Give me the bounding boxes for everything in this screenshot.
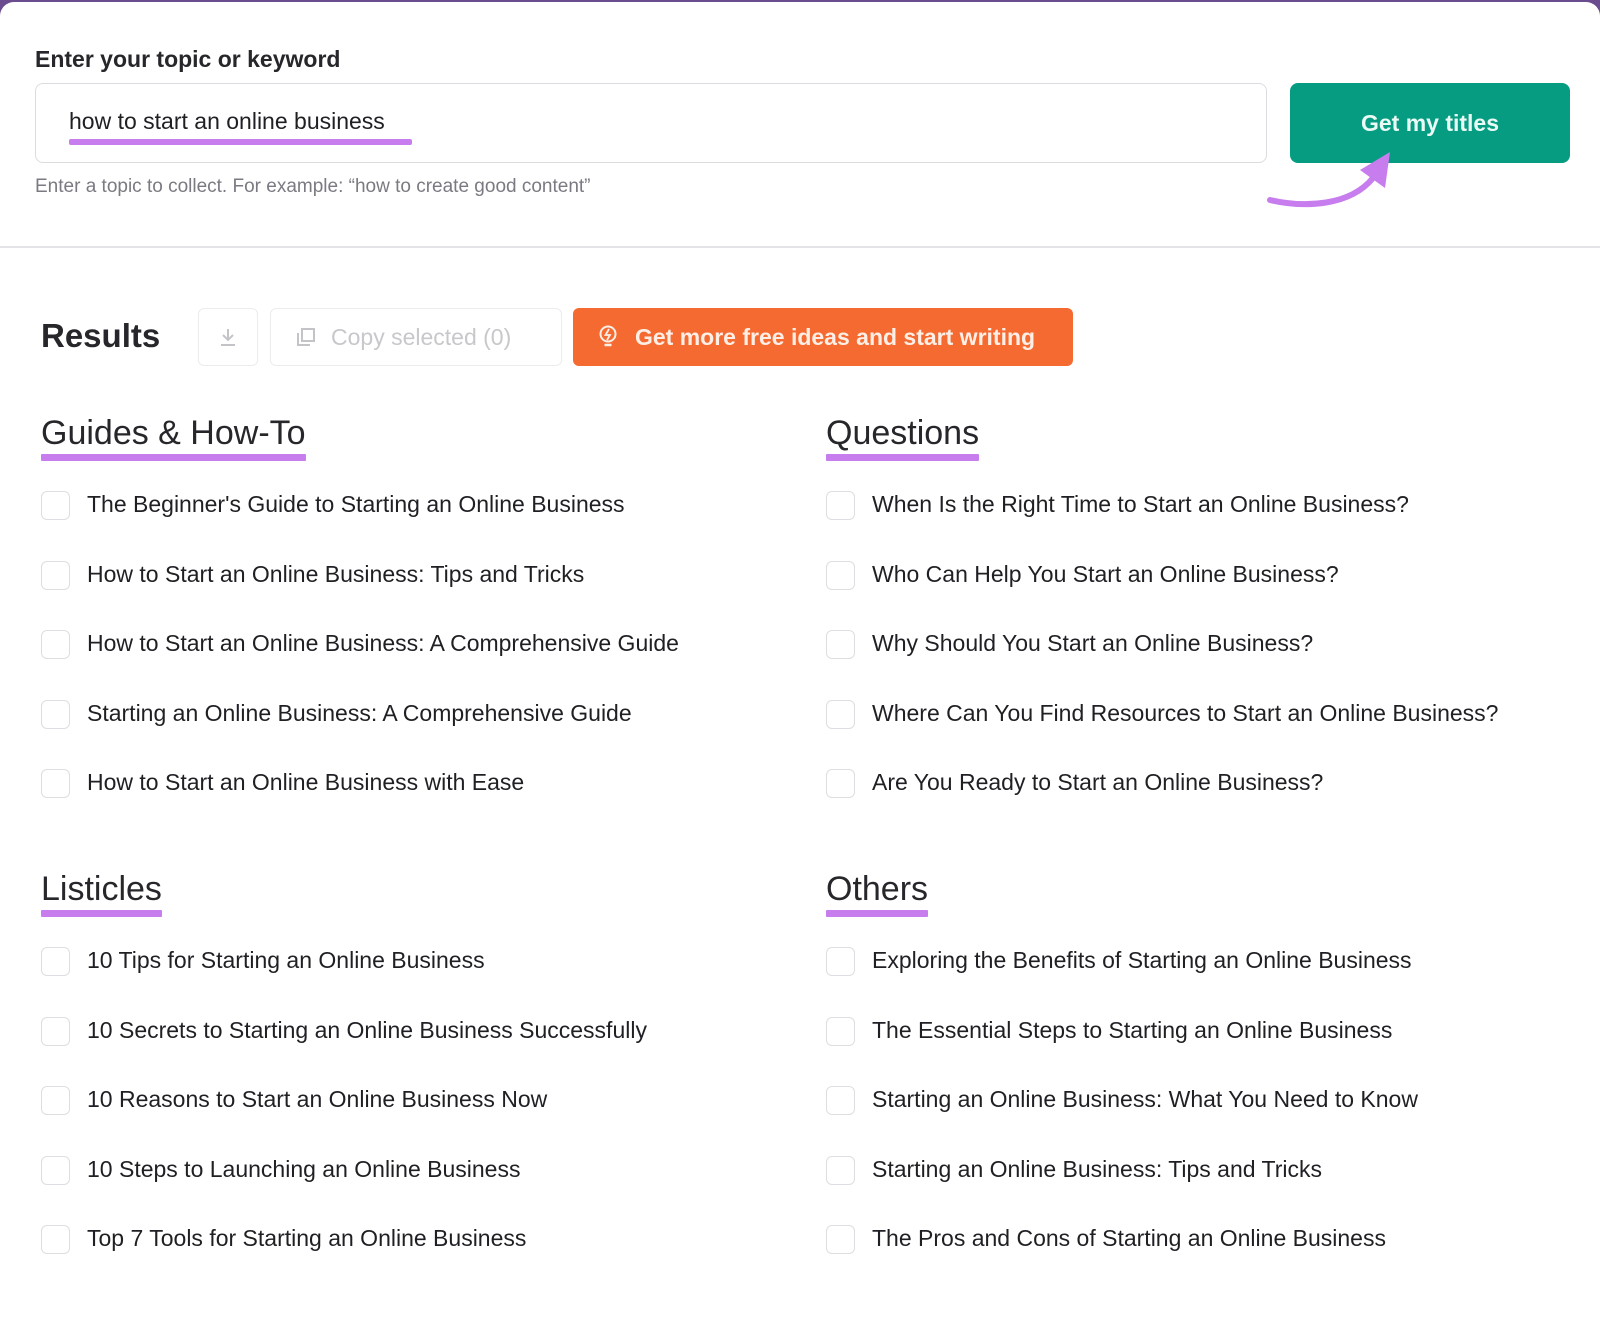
list-item[interactable]: Where Can You Find Resources to Start an… xyxy=(826,697,1586,767)
section-title: Listicles xyxy=(41,870,162,917)
list-item[interactable]: When Is the Right Time to Start an Onlin… xyxy=(826,488,1586,558)
checkbox[interactable] xyxy=(41,491,70,520)
checkbox[interactable] xyxy=(826,1155,855,1185)
list-item[interactable]: 10 Steps to Launching an Online Business xyxy=(41,1153,801,1223)
highlight-underline xyxy=(69,139,412,145)
highlight-underline xyxy=(826,910,929,917)
list-item[interactable]: How to Start an Online Business with Eas… xyxy=(41,766,801,836)
checkbox[interactable] xyxy=(826,560,855,590)
get-more-ideas-label: Get more free ideas and start writing xyxy=(635,323,1036,350)
checkbox[interactable] xyxy=(826,1086,855,1115)
checkbox[interactable] xyxy=(41,1086,70,1115)
app-window: Enter your topic or keyword how to start… xyxy=(0,2,1600,1331)
list-item[interactable]: 10 Reasons to Start an Online Business N… xyxy=(41,1083,801,1153)
topic-input[interactable]: how to start an online business xyxy=(35,83,1267,163)
get-more-ideas-button[interactable]: Get more free ideas and start writing xyxy=(573,308,1073,366)
list-item[interactable]: Starting an Online Business: What You Ne… xyxy=(826,1083,1586,1153)
checkbox[interactable] xyxy=(826,947,855,976)
copy-icon xyxy=(297,328,315,346)
download-icon xyxy=(221,329,235,346)
checkbox[interactable] xyxy=(41,1225,70,1254)
annotation-arrow-icon xyxy=(1267,152,1390,207)
list-item[interactable]: Exploring the Benefits of Starting an On… xyxy=(826,944,1586,1014)
checkbox[interactable] xyxy=(41,1016,70,1046)
section-guides: Guides & How-To The Beginner's Guide to … xyxy=(41,414,801,798)
section-title: Guides & How-To xyxy=(41,414,306,461)
highlight-underline xyxy=(41,454,306,461)
checkbox[interactable] xyxy=(41,769,70,798)
search-hint: Enter a topic to collect. For example: “… xyxy=(35,176,591,197)
search-panel: Enter your topic or keyword how to start… xyxy=(0,2,1600,248)
list-item[interactable]: The Pros and Cons of Starting an Online … xyxy=(826,1222,1586,1292)
list-item[interactable]: Top 7 Tools for Starting an Online Busin… xyxy=(41,1222,801,1292)
list-item[interactable]: The Beginner's Guide to Starting an Onli… xyxy=(41,488,801,558)
checkbox[interactable] xyxy=(826,630,855,659)
lightbulb-icon xyxy=(599,325,617,347)
checkbox[interactable] xyxy=(41,1155,70,1185)
checkbox[interactable] xyxy=(41,560,70,590)
list-item[interactable]: Starting an Online Business: Tips and Tr… xyxy=(826,1153,1586,1223)
checkbox[interactable] xyxy=(41,947,70,976)
checkbox[interactable] xyxy=(826,1016,855,1046)
checkbox[interactable] xyxy=(41,699,70,729)
list-item[interactable]: The Essential Steps to Starting an Onlin… xyxy=(826,1014,1586,1084)
download-button[interactable] xyxy=(198,308,258,366)
copy-selected-label: Copy selected (0) xyxy=(331,323,512,350)
highlight-underline xyxy=(826,454,980,461)
checkbox[interactable] xyxy=(826,491,855,520)
results-title: Results xyxy=(41,317,161,354)
list-item[interactable]: Who Can Help You Start an Online Busines… xyxy=(826,558,1586,628)
highlight-underline xyxy=(41,910,162,917)
search-label: Enter your topic or keyword xyxy=(35,46,341,72)
list-item[interactable]: Why Should You Start an Online Business? xyxy=(826,627,1586,697)
section-others: Others Exploring the Benefits of Startin… xyxy=(826,870,1586,1254)
list-item[interactable]: How to Start an Online Business: A Compr… xyxy=(41,627,801,697)
section-questions: Questions When Is the Right Time to Star… xyxy=(826,414,1586,798)
list-item[interactable]: Are You Ready to Start an Online Busines… xyxy=(826,766,1586,836)
list-item[interactable]: 10 Tips for Starting an Online Business xyxy=(41,944,801,1014)
list-item[interactable]: Starting an Online Business: A Comprehen… xyxy=(41,697,801,767)
section-title: Others xyxy=(826,870,929,917)
section-title: Questions xyxy=(826,414,980,461)
checkbox[interactable] xyxy=(826,699,855,729)
list-item[interactable]: How to Start an Online Business: Tips an… xyxy=(41,558,801,628)
section-listicles: Listicles 10 Tips for Starting an Online… xyxy=(41,870,801,1254)
checkbox[interactable] xyxy=(41,630,70,659)
copy-selected-button[interactable]: Copy selected (0) xyxy=(270,308,562,366)
topic-input-value[interactable]: how to start an online business xyxy=(69,108,385,135)
checkbox[interactable] xyxy=(826,769,855,798)
list-item[interactable]: 10 Secrets to Starting an Online Busines… xyxy=(41,1014,801,1084)
results-toolbar: Results Copy selected (0) Get more free … xyxy=(0,308,1600,366)
checkbox[interactable] xyxy=(826,1225,855,1254)
